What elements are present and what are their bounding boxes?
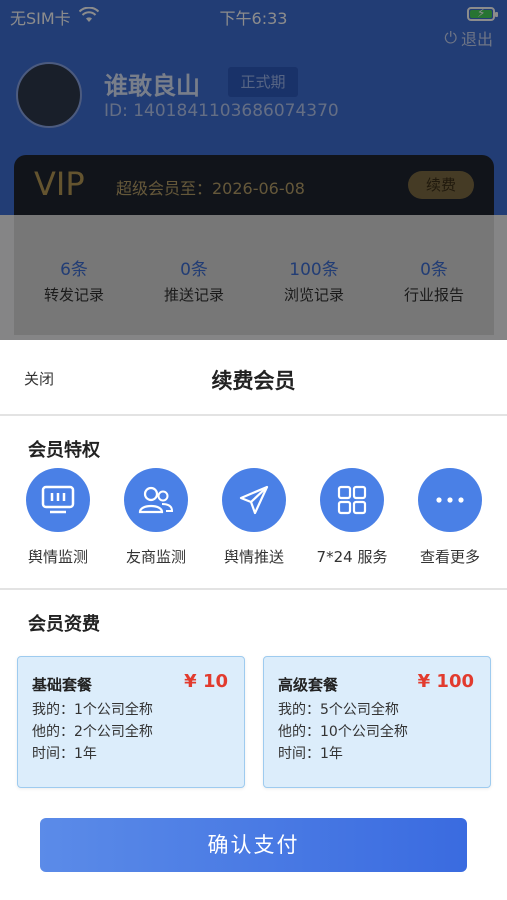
confirm-payment-button[interactable]: 确认支付 [40, 818, 467, 872]
divider [0, 588, 507, 590]
privilege-sentiment-monitor[interactable]: 舆情监测 [9, 468, 107, 567]
privileges-title: 会员特权 [28, 440, 100, 461]
privilege-label: 7*24 服务 [316, 548, 388, 566]
plan-price: ¥ 100 [417, 671, 474, 692]
more-icon [418, 468, 482, 532]
plan-time: 时间：1年 [278, 746, 343, 762]
divider [0, 414, 507, 416]
plan-time: 时间：1年 [32, 746, 97, 762]
plan-price: ¥ 10 [184, 671, 228, 692]
privilege-view-more[interactable]: 查看更多 [401, 468, 499, 567]
privilege-24-7-service[interactable]: 7*24 服务 [303, 468, 401, 567]
fees-title: 会员资费 [28, 614, 100, 635]
send-icon [222, 468, 286, 532]
plan-card-premium[interactable]: 高级套餐 ¥ 100 我的：5个公司全称 他的：10个公司全称 时间：1年 [263, 656, 491, 788]
privilege-label: 友商监测 [125, 548, 186, 566]
plan-mine: 我的：5个公司全称 [278, 702, 399, 718]
renew-sheet: 关闭 续费会员 会员特权 舆情监测 友商监测 舆情推送 7*24 服务 查看更多… [0, 340, 507, 900]
users-icon [124, 468, 188, 532]
plan-card-basic[interactable]: 基础套餐 ¥ 10 我的：1个公司全称 他的：2个公司全称 时间：1年 [17, 656, 245, 788]
grid-icon [320, 468, 384, 532]
plan-name: 基础套餐 [32, 676, 93, 694]
plan-mine: 我的：1个公司全称 [32, 702, 153, 718]
privilege-label: 查看更多 [419, 548, 480, 566]
plan-others: 他的：10个公司全称 [278, 724, 408, 740]
plan-name: 高级套餐 [278, 676, 339, 694]
privileges-row: 舆情监测 友商监测 舆情推送 7*24 服务 查看更多 [0, 468, 507, 568]
privilege-competitor-monitor[interactable]: 友商监测 [107, 468, 205, 567]
privilege-label: 舆情推送 [223, 548, 284, 566]
plan-others: 他的：2个公司全称 [32, 724, 153, 740]
sheet-header: 关闭 续费会员 [0, 340, 507, 414]
privilege-sentiment-push[interactable]: 舆情推送 [205, 468, 303, 567]
sheet-title: 续费会员 [211, 369, 296, 393]
monitor-icon [26, 468, 90, 532]
privilege-label: 舆情监测 [27, 548, 88, 566]
